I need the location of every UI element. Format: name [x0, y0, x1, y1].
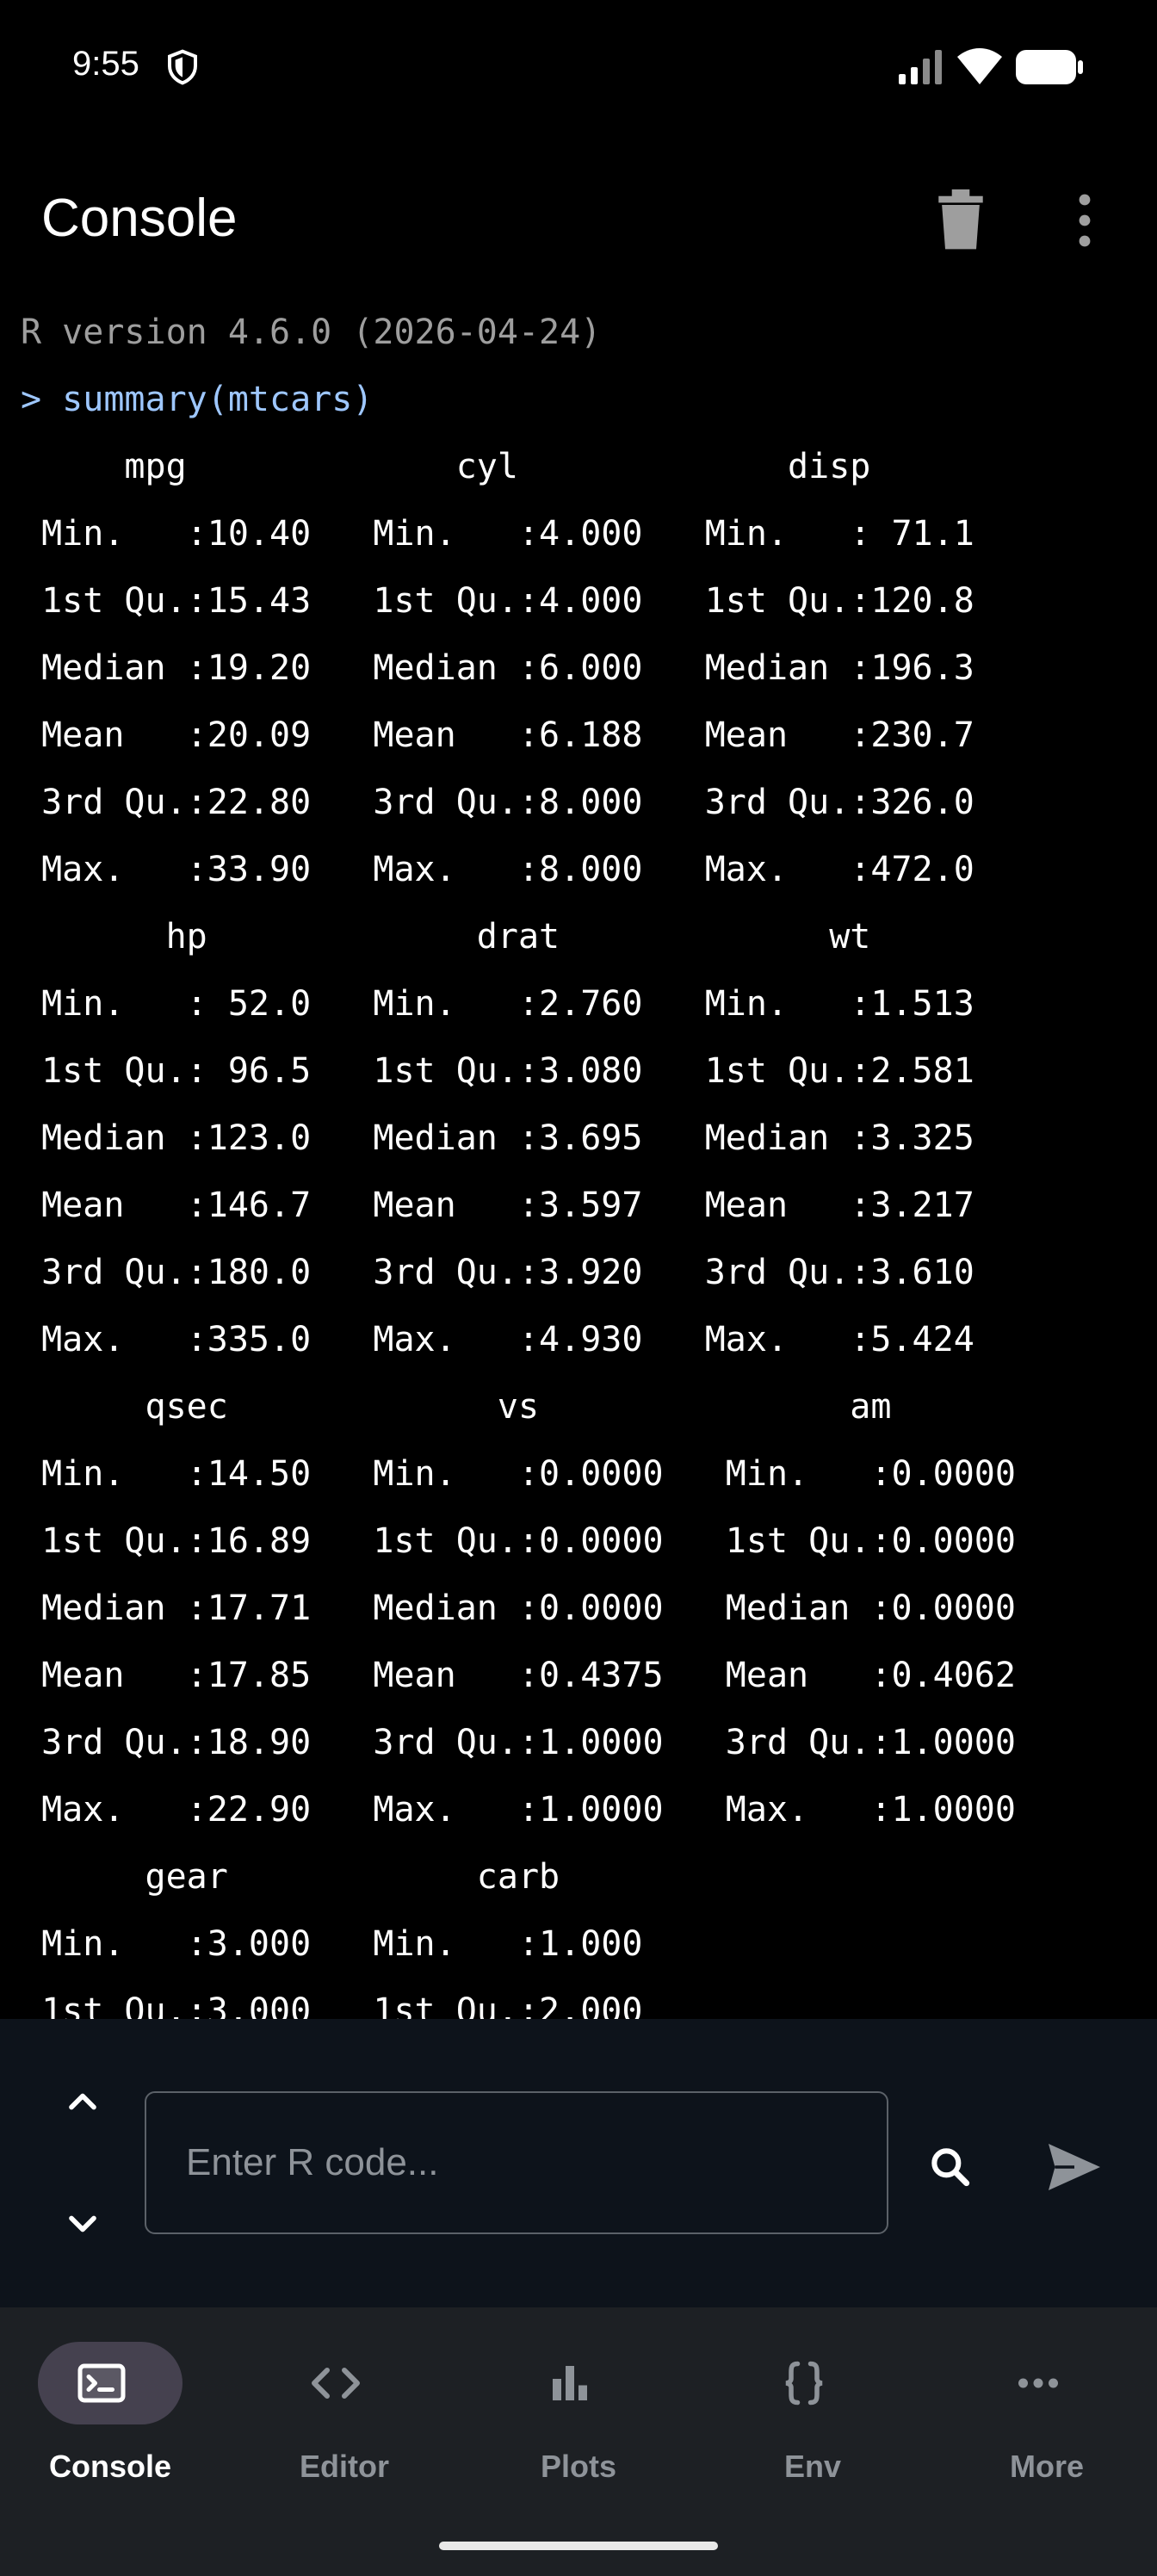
braces-icon — [785, 2361, 823, 2406]
output-line: Mean :20.09 Mean :6.188 Mean :230.7 — [21, 715, 974, 755]
output-line: Mean :17.85 Mean :0.4375 Mean :0.4062 — [21, 1656, 1016, 1695]
console-output: R version 4.6.0 (2026-04-24) > summary(m… — [0, 301, 1157, 2023]
terminal-icon — [77, 2363, 126, 2403]
output-line: Mean :146.7 Mean :3.597 Mean :3.217 — [21, 1186, 974, 1225]
home-indicator[interactable] — [439, 2542, 718, 2550]
output-line: Median :123.0 Median :3.695 Median :3.32… — [21, 1118, 974, 1158]
output-line: 1st Qu.: 96.5 1st Qu.:3.080 1st Qu.:2.58… — [21, 1051, 974, 1091]
nav-item-env[interactable]: Env — [715, 2342, 904, 2505]
bar-chart-icon — [553, 2366, 587, 2400]
command-line: > summary(mtcars) — [21, 380, 374, 419]
wifi-icon — [957, 48, 1002, 84]
nav-item-plots[interactable]: Plots — [480, 2342, 670, 2505]
send-icon[interactable] — [1043, 2136, 1105, 2198]
nav-item-console[interactable]: Console — [12, 2342, 201, 2505]
history-up-icon[interactable] — [60, 2079, 105, 2124]
output-line: 3rd Qu.:180.0 3rd Qu.:3.920 3rd Qu.:3.61… — [21, 1253, 974, 1292]
status-bar: 9:55 — [0, 0, 1157, 129]
battery-icon — [1016, 50, 1083, 84]
output-line: mpg cyl disp — [21, 447, 871, 486]
delete-icon[interactable] — [933, 189, 988, 251]
output-line: Min. : 52.0 Min. :2.760 Min. :1.513 — [21, 984, 974, 1024]
search-icon[interactable] — [926, 2143, 974, 2191]
more-horizontal-icon — [1018, 2378, 1058, 2388]
output-line: hp drat wt — [21, 917, 871, 957]
output-line: 3rd Qu.:22.80 3rd Qu.:8.000 3rd Qu.:326.… — [21, 783, 974, 822]
code-input-bar — [0, 2019, 1157, 2307]
app-bar: Console — [0, 155, 1157, 284]
nav-label-env: Env — [783, 2449, 842, 2484]
output-line: qsec vs am — [21, 1387, 892, 1427]
code-input[interactable] — [145, 2091, 888, 2234]
output-line: Median :19.20 Median :6.000 Median :196.… — [21, 648, 974, 688]
shield-icon — [168, 49, 197, 85]
output-line: 3rd Qu.:18.90 3rd Qu.:1.0000 3rd Qu.:1.0… — [21, 1723, 1016, 1762]
output-line: 1st Qu.:15.43 1st Qu.:4.000 1st Qu.:120.… — [21, 581, 974, 621]
output-line: Min. :3.000 Min. :1.000 — [21, 1924, 643, 1964]
output-line: 1st Qu.:16.89 1st Qu.:0.0000 1st Qu.:0.0… — [21, 1521, 1016, 1561]
history-down-icon[interactable] — [60, 2201, 105, 2246]
output-line: 1st Qu.:3.000 1st Qu.:2.000 — [21, 1991, 643, 2023]
nav-label-editor: Editor — [300, 2449, 389, 2484]
nav-label-plots: Plots — [540, 2449, 616, 2484]
output-line: Median :17.71 Median :0.0000 Median :0.0… — [21, 1588, 1016, 1628]
page-title: Console — [41, 189, 238, 248]
status-time: 9:55 — [72, 45, 139, 83]
output-line: Max. :22.90 Max. :1.0000 Max. :1.0000 — [21, 1790, 1016, 1830]
nav-item-more[interactable]: More — [949, 2342, 1138, 2505]
cell-signal-icon — [899, 50, 942, 84]
r-version-line: R version 4.6.0 (2026-04-24) — [21, 313, 602, 352]
output-line: gear carb — [21, 1857, 560, 1897]
nav-label-console: Console — [48, 2449, 171, 2484]
more-vert-icon[interactable] — [1064, 189, 1105, 251]
output-line: Min. :14.50 Min. :0.0000 Min. :0.0000 — [21, 1454, 1016, 1494]
output-line: Max. :335.0 Max. :4.930 Max. :5.424 — [21, 1320, 974, 1359]
bottom-navigation: Console Editor Plots Env More — [0, 2307, 1157, 2576]
nav-label-more: More — [1009, 2449, 1084, 2484]
output-line: Max. :33.90 Max. :8.000 Max. :472.0 — [21, 850, 974, 889]
code-icon — [312, 2368, 360, 2399]
output-line: Min. :10.40 Min. :4.000 Min. : 71.1 — [21, 514, 974, 554]
nav-item-editor[interactable]: Editor — [246, 2342, 436, 2505]
